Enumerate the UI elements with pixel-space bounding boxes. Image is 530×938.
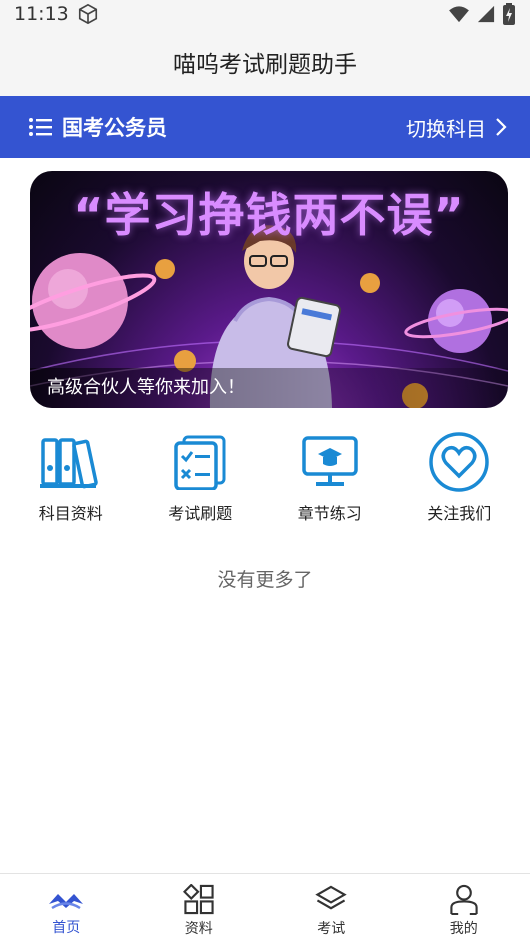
tab-home[interactable]: 首页	[16, 874, 116, 938]
tab-mine[interactable]: 我的	[414, 874, 514, 938]
switch-subject-label: 切换科目	[406, 116, 486, 141]
menu-item-subject-materials[interactable]: 科目资料	[12, 430, 130, 524]
menu-item-exam-practice[interactable]: 考试刷题	[141, 430, 259, 524]
monitor-graduation-icon	[302, 436, 358, 486]
menu-label: 科目资料	[38, 504, 103, 523]
tab-label: 首页	[52, 920, 81, 936]
menu-label: 章节练习	[297, 504, 362, 523]
heart-icon	[429, 432, 489, 492]
layers-icon	[315, 885, 347, 910]
app-title: 喵呜考试刷题助手	[173, 52, 357, 78]
list-icon	[29, 118, 52, 136]
tab-label: 考试	[317, 921, 346, 937]
cube-icon	[78, 3, 97, 25]
promo-banner[interactable]: “学习挣钱两不误” 高级合伙人等你来加入！	[30, 171, 508, 408]
status-right	[448, 3, 516, 25]
tab-label: 资料	[184, 921, 213, 937]
menu-item-chapter-practice[interactable]: 章节练习	[271, 430, 389, 524]
status-bar: 11:13	[0, 0, 530, 28]
grid-icon	[182, 884, 214, 915]
books-icon	[39, 438, 98, 489]
banner-headline: “学习挣钱两不误”	[73, 188, 465, 242]
subject-bar: 国考公务员 切换科目	[0, 96, 530, 158]
tab-exam[interactable]: 考试	[281, 874, 381, 938]
switch-subject-button[interactable]: 切换科目	[406, 113, 508, 142]
list-end-text: 没有更多了	[217, 569, 313, 591]
tab-materials[interactable]: 资料	[149, 874, 249, 938]
signal-icon	[477, 5, 495, 23]
current-subject: 国考公务员	[28, 112, 167, 142]
user-icon	[450, 884, 478, 915]
wifi-icon	[449, 6, 469, 23]
feature-menu: 科目资料 考试刷题 章节练习 关注我们	[0, 430, 530, 524]
app-title-bar: 喵呜考试刷题助手	[0, 28, 530, 96]
status-time: 11:13	[14, 3, 69, 25]
battery-icon	[503, 3, 515, 25]
status-left: 11:13	[14, 3, 99, 25]
menu-item-follow-us[interactable]: 关注我们	[400, 430, 518, 524]
menu-label: 考试刷题	[168, 504, 233, 523]
home-mountain-icon	[49, 894, 84, 910]
bottom-tab-bar: 首页 资料 考试 我的	[0, 873, 530, 938]
banner-caption: 高级合伙人等你来加入！	[47, 377, 245, 398]
chevron-right-icon	[496, 118, 507, 136]
tab-label: 我的	[449, 921, 478, 937]
subject-name: 国考公务员	[62, 116, 167, 140]
menu-label: 关注我们	[427, 504, 492, 523]
checklist-icon	[174, 435, 226, 490]
